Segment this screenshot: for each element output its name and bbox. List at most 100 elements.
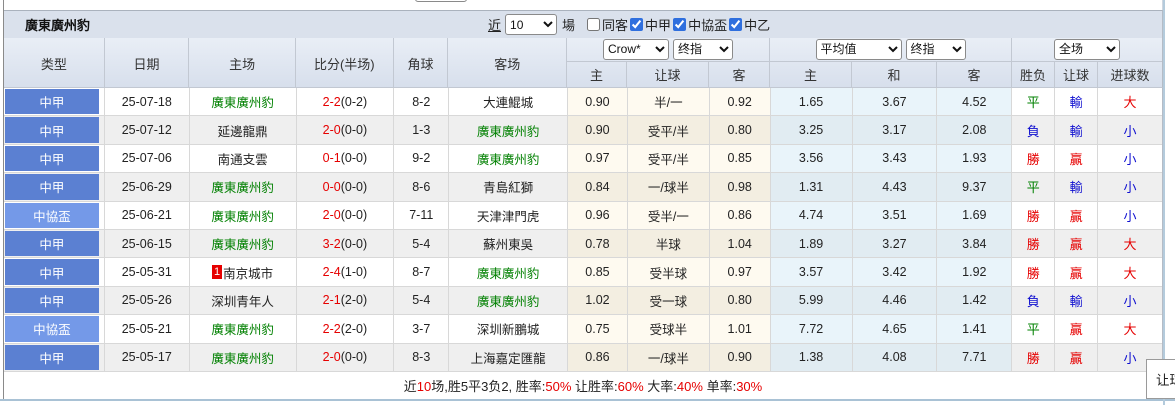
crow-handicap: 受平/半 [628,116,710,144]
match-row: 中協盃 25-05-21 廣東廣州豹 2-2 (2-0) 3-7 深圳新鵬城 0… [4,315,1162,343]
avg-draw-odds: 4.08 [853,344,938,372]
halftime-score: (2-0) [341,293,367,307]
crow-home-odds: 0.86 [568,344,628,372]
summary-part: 40% [677,379,703,394]
col-header-corner: 角球 [394,38,449,88]
halftime-score: (0-0) [341,208,367,222]
same-away-toggle[interactable]: 同客 [587,15,628,34]
avg-away-odds: 1.42 [937,287,1012,315]
handicap-outcome: 輸 [1055,88,1098,116]
type-cell: 中甲 [4,145,105,173]
league-filter-toggle[interactable]: 中甲 [630,15,671,34]
result-outcome: 勝 [1012,202,1055,230]
away-team: 大連鯤城 [449,88,568,116]
away-team: 廣東廣州豹 [449,287,568,315]
crow-away-odds: 0.92 [710,88,771,116]
col-header-avg-away: 客 [937,62,1012,87]
away-team-name: 大連鯤城 [483,92,533,111]
home-team-name: 廣東廣州豹 [211,92,274,111]
match-row: 中甲 25-05-31 1 南京城市 2-4 (1-0) 8-7 廣東廣州豹 0… [4,258,1162,286]
corner-score: 8-2 [394,88,449,116]
halftime-score: (0-0) [341,237,367,251]
halftime-score: (0-0) [341,180,367,194]
avg-home-odds: 1.65 [771,88,853,116]
league-checkbox[interactable] [630,18,643,31]
crow-away-odds: 0.85 [710,145,771,173]
league-filter-group: 中甲中協盃中乙 [538,0,680,1]
summary-part: 50% [545,379,571,394]
crow-final-index-select[interactable]: 终指 [673,39,733,60]
avg-draw-odds: 4.65 [853,315,938,343]
odds-source-select[interactable]: Crow* [603,39,669,60]
match-date: 25-06-29 [105,173,190,201]
fulltime-score: 0-0 [323,180,341,194]
crow-away-odds: 0.80 [710,287,771,315]
avg-draw-odds: 3.17 [853,116,938,144]
corner-score: 9-2 [394,145,449,173]
recent-count-select[interactable]: 10 [505,14,557,35]
col-header-result: 胜负 [1012,62,1055,87]
league-filter-toggle: 中協盃 [583,0,637,1]
average-final-index-select[interactable]: 终指 [906,39,966,60]
summary-footer: 近10场,胜5平3负2, 胜率:50% 让胜率:60% 大率:40% 单率:30… [4,372,1163,399]
handicap-outcome: 輸 [1055,287,1098,315]
league-checkbox[interactable] [729,18,742,31]
result-outcome: 平 [1012,173,1055,201]
col-header-score: 比分(半场) [296,38,394,88]
type-cell: 中甲 [4,344,105,372]
handicap-outcome: 贏 [1055,145,1098,173]
scope-select[interactable]: 全场 [1054,39,1120,60]
divider-bottom [0,399,1175,401]
home-team: 南通支雲 [190,145,297,173]
fulltime-score: 2-0 [323,208,341,222]
same-away-checkbox[interactable] [587,18,600,31]
odds-group-row: Crow* 终指 平均值 终指 [567,38,1162,62]
league-badge: 中協盃 [5,203,99,228]
crow-away-odds: 0.97 [710,258,771,286]
score-cell: 2-1 (2-0) [297,287,395,315]
avg-home-odds: 1.38 [771,344,853,372]
fulltime-score: 2-0 [323,350,341,364]
avg-home-odds: 1.31 [771,173,853,201]
odds-subheader-row: 主 让球 客 主 和 客 胜负 让球 进球数 [567,62,1162,87]
previous-filter-controls-cutoff: 近 10 場 同客 中甲中協盃中乙 [398,0,680,2]
score-cell: 0-1 (0-0) [297,145,395,173]
crow-home-odds: 0.78 [568,230,628,258]
away-team: 上海嘉定匯龍 [449,344,568,372]
same-away-label: 同客 [602,15,628,34]
col-header-crow-home: 主 [567,62,627,87]
home-team: 廣東廣州豹 [190,344,297,372]
corner-score: 8-6 [394,173,449,201]
average-source-select[interactable]: 平均值 [816,39,902,60]
odds-header-block: Crow* 终指 平均值 终指 [567,38,1162,87]
summary-part: 大率: [644,379,677,394]
crow-away-odds: 1.04 [710,230,771,258]
league-badge: 中甲 [5,231,99,256]
league-label: 中協盃 [598,0,637,1]
fulltime-score: 2-4 [323,265,341,279]
home-team: 廣東廣州豹 [190,88,297,116]
result-outcome: 平 [1012,315,1055,343]
match-row: 中協盃 25-06-21 廣東廣州豹 2-0 (0-0) 7-11 天津津門虎 … [4,202,1162,230]
crow-home-odds: 0.90 [568,116,628,144]
away-team: 深圳新鵬城 [449,315,568,343]
result-outcome: 負 [1012,116,1055,144]
recent-label[interactable]: 近 [488,15,501,34]
same-away-toggle: 同客 [497,0,538,1]
col-header-handicap-result: 让球 [1055,62,1098,87]
home-team-name: 深圳青年人 [211,291,274,310]
league-badge: 中甲 [5,174,99,199]
league-filter-toggle[interactable]: 中乙 [729,15,770,34]
crow-home-odds: 0.97 [568,145,628,173]
same-away-label: 同客 [512,0,538,1]
avg-draw-odds: 4.46 [853,287,938,315]
league-filter-toggle[interactable]: 中協盃 [673,15,727,34]
crow-handicap: 受平/半 [628,145,710,173]
col-header-crow-handicap: 让球 [627,62,709,87]
avg-away-odds: 1.93 [937,145,1012,173]
league-checkbox[interactable] [673,18,686,31]
away-team: 廣東廣州豹 [449,116,568,144]
handicap-outcome: 贏 [1055,315,1098,343]
away-team-name: 廣東廣州豹 [477,149,540,168]
match-date: 25-05-26 [105,287,190,315]
